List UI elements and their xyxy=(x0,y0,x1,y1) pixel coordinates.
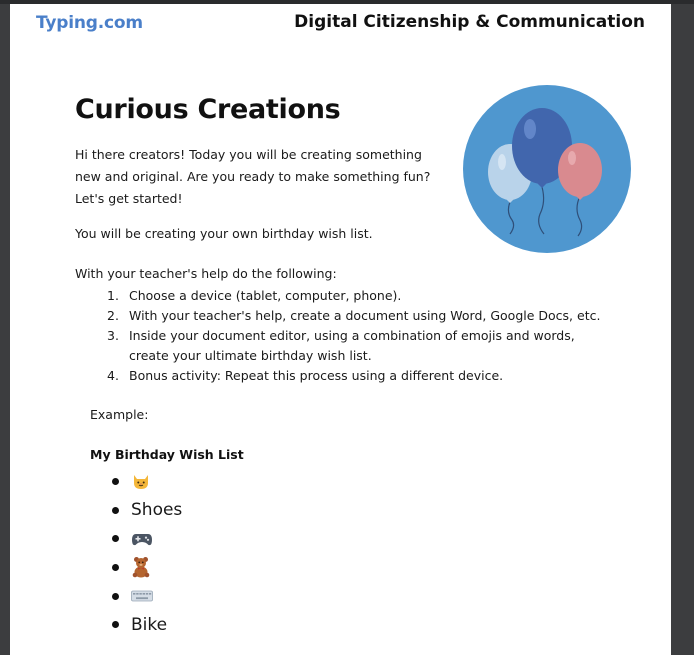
bullet xyxy=(112,592,119,600)
game-controller-icon xyxy=(131,530,153,548)
bullet xyxy=(112,563,119,571)
list-item xyxy=(110,553,182,582)
bullet xyxy=(112,506,119,514)
list-item xyxy=(110,467,182,496)
header-title: Digital Citizenship & Communication xyxy=(294,12,645,32)
step-number: 4. xyxy=(107,368,119,383)
list-item: 3. Inside your document editor, using a … xyxy=(75,326,615,366)
steps-list: 1. Choose a device (tablet, computer, ph… xyxy=(75,286,615,386)
bullet xyxy=(112,477,119,485)
bullet xyxy=(112,621,119,629)
keyboard-icon xyxy=(131,590,153,602)
step-number: 1. xyxy=(107,288,119,303)
list-item: 4. Bonus activity: Repeat this process u… xyxy=(75,366,615,386)
wish-item-text: Bike xyxy=(131,614,168,635)
balloons-illustration xyxy=(462,84,632,254)
wish-item-text: Shoes xyxy=(131,500,183,521)
teddy-bear-icon xyxy=(131,556,151,578)
brand-logo: Typing.com xyxy=(36,13,143,33)
list-item: Bike xyxy=(110,610,182,639)
intro-paragraph: Hi there creators! Today you will be cre… xyxy=(75,147,431,206)
step-text: Bonus activity: Repeat this process usin… xyxy=(129,368,504,383)
wish-intro-paragraph: You will be creating your own birthday w… xyxy=(75,226,373,241)
example-label: Example: xyxy=(90,407,149,422)
steps-intro-paragraph: With your teacher's help do the followin… xyxy=(75,266,337,281)
wish-list-title: My Birthday Wish List xyxy=(90,447,244,462)
list-item: 2. With your teacher's help, create a do… xyxy=(75,306,615,326)
document-page: Typing.com Digital Citizenship & Communi… xyxy=(10,4,671,655)
step-text: Inside your document editor, using a com… xyxy=(129,328,575,363)
step-number: 3. xyxy=(107,328,119,343)
step-text: Choose a device (tablet, computer, phone… xyxy=(129,288,402,303)
wish-list: Shoes Bike xyxy=(110,467,182,639)
list-item: 1. Choose a device (tablet, computer, ph… xyxy=(75,286,615,306)
bullet xyxy=(112,535,119,543)
step-number: 2. xyxy=(107,308,119,323)
page-title: Curious Creations xyxy=(75,94,341,125)
cat-face-icon xyxy=(131,471,151,491)
list-item: Shoes xyxy=(110,496,182,525)
step-text: With your teacher's help, create a docum… xyxy=(129,308,601,323)
list-item xyxy=(110,524,182,553)
list-item xyxy=(110,582,182,611)
